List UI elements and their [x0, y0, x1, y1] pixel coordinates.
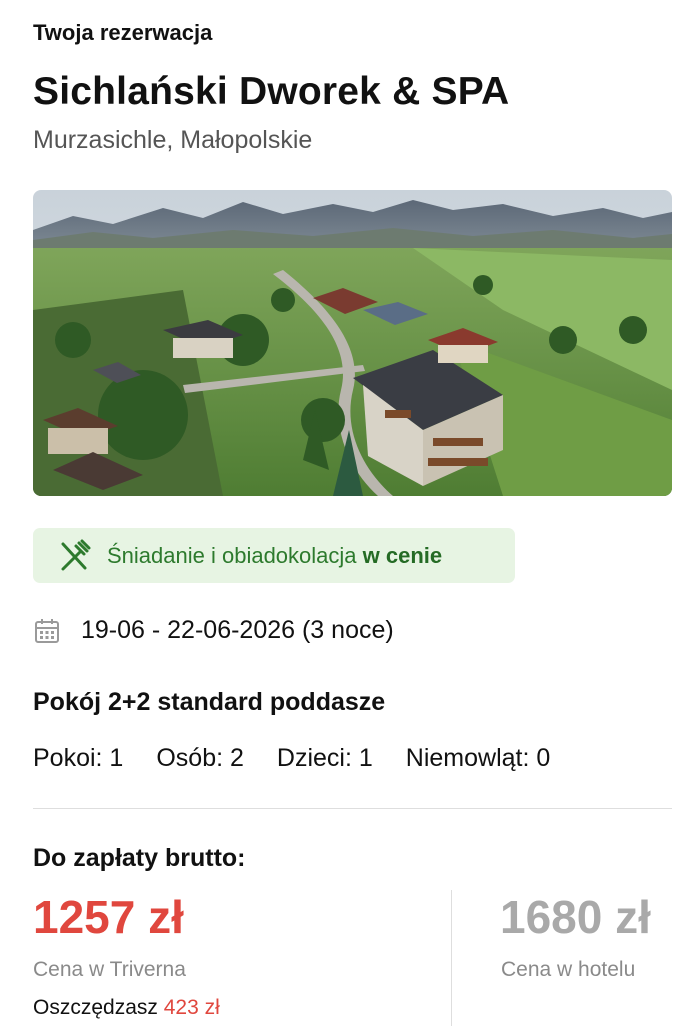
- payment-label: Do zapłaty brutto:: [33, 844, 246, 872]
- hotel-photo: [33, 190, 672, 496]
- price-triverna-label: Cena w Triverna: [33, 958, 186, 981]
- savings-line: Oszczędzasz 423 zł: [33, 996, 220, 1020]
- hotel-photo-illustration: [33, 190, 672, 496]
- fork-knife-icon: [56, 538, 92, 574]
- occupancy-adults: Osób: 2: [156, 744, 244, 772]
- price-column-divider: [451, 890, 452, 1026]
- savings-prefix: Oszczędzasz: [33, 996, 158, 1019]
- occupancy-summary: Pokoi: 1 Osób: 2 Dzieci: 1 Niemowląt: 0: [33, 744, 550, 773]
- stay-dates-text: 19-06 - 22-06-2026 (3 noce): [81, 616, 394, 644]
- stay-dates: 19-06 - 22-06-2026 (3 noce): [33, 616, 394, 645]
- section-kicker: Twoja rezerwacja: [33, 20, 213, 45]
- occupancy-children: Dzieci: 1: [276, 744, 373, 772]
- savings-amount: 423 zł: [163, 996, 220, 1019]
- occupancy-infants: Niemowląt: 0: [405, 744, 551, 772]
- meal-plan-text: Śniadanie i obiadokolacja w cenie: [107, 543, 442, 569]
- hotel-name: Sichlański Dworek & SPA: [33, 70, 510, 113]
- price-hotel-label: Cena w hotelu: [501, 958, 636, 981]
- room-name: Pokój 2+2 standard poddasze: [33, 688, 386, 716]
- meal-plan-label: Śniadanie i obiadokolacja: [107, 542, 357, 568]
- price-triverna: 1257 zł: [33, 891, 184, 943]
- hotel-location: Murzasichle, Małopolskie: [33, 126, 313, 154]
- occupancy-rooms: Pokoi: 1: [33, 744, 124, 772]
- meal-plan-badge: Śniadanie i obiadokolacja w cenie: [33, 528, 515, 583]
- calendar-icon: [33, 617, 61, 645]
- price-hotel: 1680 zł: [500, 891, 651, 943]
- meal-plan-emphasis: w cenie: [362, 542, 443, 568]
- section-divider: [33, 808, 672, 809]
